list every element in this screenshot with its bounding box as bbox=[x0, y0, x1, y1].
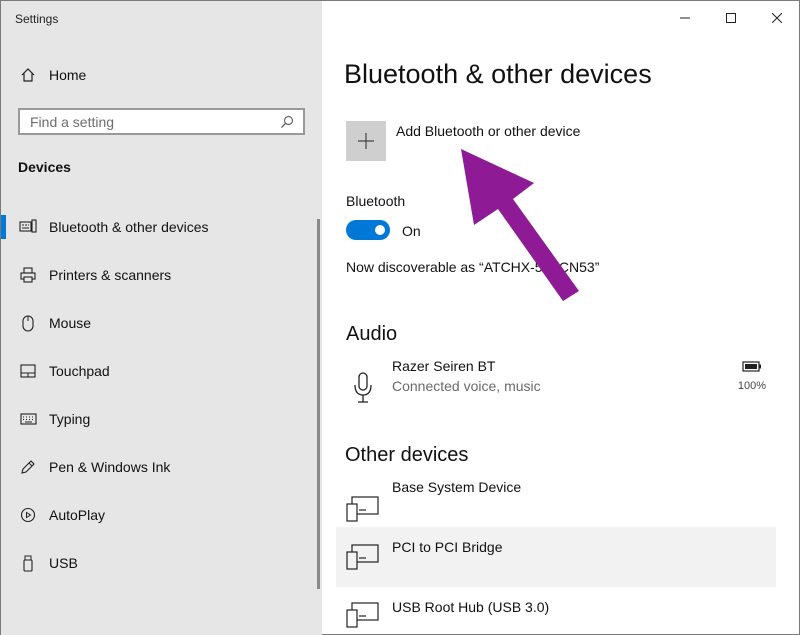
sidebar-nav: Bluetooth & other devices Printers & sca… bbox=[1, 203, 322, 587]
minimize-icon bbox=[680, 17, 690, 19]
annotation-arrow-icon bbox=[461, 149, 579, 301]
selection-indicator bbox=[1, 215, 6, 239]
home-icon bbox=[19, 66, 37, 84]
search-input[interactable]: Find a setting bbox=[30, 114, 277, 130]
search-box[interactable]: Find a setting bbox=[18, 108, 305, 135]
other-devices-heading: Other devices bbox=[345, 444, 469, 466]
touchpad-icon bbox=[19, 362, 37, 380]
close-icon bbox=[772, 13, 782, 23]
section-title: Devices bbox=[18, 159, 71, 175]
battery-percent: 100% bbox=[737, 380, 767, 392]
sidebar-item-autoplay[interactable]: AutoPlay bbox=[1, 491, 322, 539]
battery-icon bbox=[742, 361, 761, 372]
minimize-button[interactable] bbox=[662, 3, 708, 33]
home-nav-item[interactable]: Home bbox=[1, 59, 322, 91]
sidebar-item-pen[interactable]: Pen & Windows Ink bbox=[1, 443, 322, 491]
toggle-knob bbox=[375, 225, 385, 235]
sidebar-item-printers[interactable]: Printers & scanners bbox=[1, 251, 322, 299]
autoplay-icon bbox=[19, 506, 37, 524]
sidebar-item-label: Mouse bbox=[49, 315, 92, 331]
sidebar-item-label: Typing bbox=[49, 411, 91, 427]
home-label: Home bbox=[49, 67, 87, 83]
page-title: Bluetooth & other devices bbox=[344, 59, 652, 89]
device-name: Razer Seiren BT bbox=[392, 358, 496, 374]
other-device-item[interactable]: PCI to PCI Bridge bbox=[336, 527, 776, 587]
close-button[interactable] bbox=[754, 3, 800, 33]
device-name: Base System Device bbox=[392, 479, 522, 495]
sidebar-item-usb[interactable]: USB bbox=[1, 539, 322, 587]
sidebar-item-mouse[interactable]: Mouse bbox=[1, 299, 322, 347]
device-icon bbox=[346, 543, 380, 571]
bluetooth-label: Bluetooth bbox=[346, 193, 406, 209]
app-title: Settings bbox=[15, 12, 59, 26]
sidebar-item-touchpad[interactable]: Touchpad bbox=[1, 347, 322, 395]
bluetooth-toggle[interactable] bbox=[346, 220, 390, 240]
usb-icon bbox=[19, 554, 37, 572]
device-name: PCI to PCI Bridge bbox=[392, 539, 503, 555]
device-icon bbox=[346, 601, 380, 629]
sidebar-item-label: USB bbox=[49, 555, 78, 571]
sidebar-item-label: Touchpad bbox=[49, 363, 110, 379]
bluetooth-devices-icon bbox=[19, 218, 37, 236]
sidebar-item-typing[interactable]: Typing bbox=[1, 395, 322, 443]
search-icon[interactable] bbox=[277, 112, 297, 132]
pen-icon bbox=[19, 458, 37, 476]
battery-indicator: 100% bbox=[737, 359, 767, 392]
sidebar-item-label: AutoPlay bbox=[49, 507, 106, 523]
device-icon bbox=[346, 495, 380, 523]
printer-icon bbox=[19, 266, 37, 284]
device-name: USB Root Hub (USB 3.0) bbox=[392, 599, 550, 615]
sidebar-scrollbar[interactable] bbox=[317, 219, 320, 589]
maximize-button[interactable] bbox=[708, 3, 754, 33]
settings-window: Settings Home Find a setting Devices Blu… bbox=[0, 0, 800, 635]
sidebar-item-label: Printers & scanners bbox=[49, 267, 172, 283]
maximize-icon bbox=[726, 13, 736, 23]
keyboard-icon bbox=[19, 410, 37, 428]
sidebar-item-label: Pen & Windows Ink bbox=[49, 459, 171, 475]
plus-icon bbox=[358, 133, 374, 149]
sidebar-item-label: Bluetooth & other devices bbox=[49, 219, 209, 235]
sidebar: Settings Home Find a setting Devices Blu… bbox=[1, 1, 322, 635]
sidebar-item-bluetooth[interactable]: Bluetooth & other devices bbox=[1, 203, 322, 251]
add-device-button[interactable] bbox=[346, 121, 386, 161]
device-status: Connected voice, music bbox=[392, 378, 541, 394]
audio-heading: Audio bbox=[346, 323, 398, 345]
bluetooth-state: On bbox=[402, 223, 421, 239]
audio-device-item[interactable]: Razer Seiren BT Connected voice, music bbox=[336, 358, 776, 418]
mouse-icon bbox=[19, 314, 37, 332]
microphone-icon bbox=[346, 372, 380, 403]
add-device-label[interactable]: Add Bluetooth or other device bbox=[396, 123, 580, 139]
other-device-item[interactable]: USB Root Hub (USB 3.0) bbox=[336, 599, 776, 635]
